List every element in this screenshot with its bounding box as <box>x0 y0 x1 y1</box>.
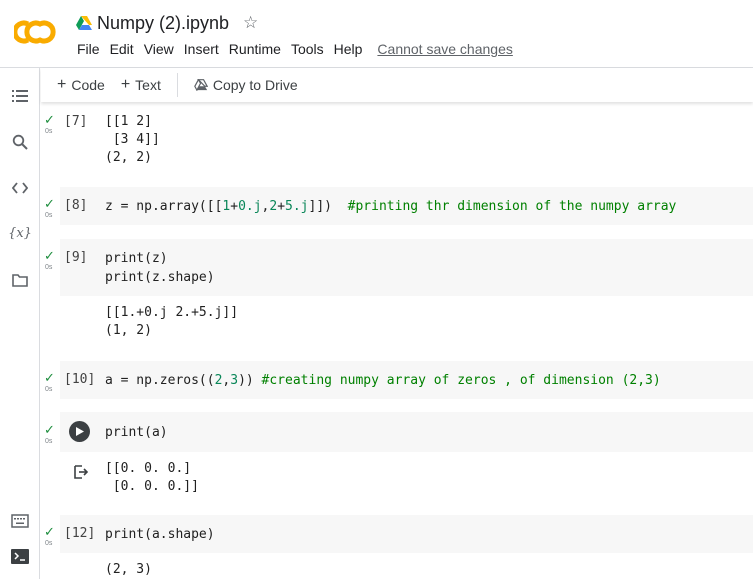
output-line: (2, 3) <box>105 562 152 577</box>
left-rail: {x} <box>0 68 40 579</box>
menu-insert[interactable]: Insert <box>179 41 224 57</box>
plus-icon: + <box>120 76 131 93</box>
copy-to-drive-button[interactable]: Copy to Drive <box>186 72 306 98</box>
menu-file[interactable]: File <box>72 41 105 57</box>
output-line: (2, 2) <box>105 150 152 165</box>
exec-time: 0s <box>45 540 53 547</box>
success-check-icon: ✓ <box>44 370 55 385</box>
output-line: [[0. 0. 0.] <box>105 461 192 476</box>
add-code-button[interactable]: + Code <box>49 72 113 98</box>
menu-view[interactable]: View <box>139 41 179 57</box>
menu-help[interactable]: Help <box>329 41 368 57</box>
exec-count: [8] <box>64 198 88 213</box>
notebook-cell[interactable]: ✓ 0s [12] print(a.shape) (2, 3) <box>41 515 753 579</box>
star-icon[interactable]: ☆ <box>243 13 258 33</box>
success-check-icon: ✓ <box>44 524 55 539</box>
cell-output: [[1 2] [3 4]] (2, 2) <box>105 113 160 167</box>
code-line: print(z) <box>105 251 168 266</box>
output-line: [[1 2] <box>105 114 152 129</box>
colab-logo[interactable] <box>14 18 58 46</box>
run-cell-button[interactable] <box>69 421 90 442</box>
output-line: [3 4]] <box>105 132 160 147</box>
code-line: print(z.shape) <box>105 270 215 285</box>
exec-time: 0s <box>45 212 53 219</box>
success-check-icon: ✓ <box>44 422 55 437</box>
code-lines[interactable]: print(z) print(z.shape) <box>105 249 215 287</box>
notebook-cell[interactable]: ✓ 0s [7] [[1 2] [3 4]] (2, 2) <box>41 103 753 181</box>
menu-edit[interactable]: Edit <box>105 41 139 57</box>
copy-to-drive-label: Copy to Drive <box>212 77 298 93</box>
notebook-title[interactable]: Numpy (2).ipynb <box>97 13 229 34</box>
code-line[interactable]: print(a.shape) <box>105 525 215 544</box>
notebook-cell[interactable]: ✓ 0s print(a) [[0. 0. 0.] [0. 0. 0.]] <box>41 412 753 512</box>
menu-runtime[interactable]: Runtime <box>224 41 286 57</box>
drive-icon <box>76 16 92 30</box>
cannot-save-link[interactable]: Cannot save changes <box>372 41 517 57</box>
add-text-button[interactable]: + Text <box>113 72 169 98</box>
add-text-label: Text <box>135 77 161 93</box>
exec-count: [7] <box>64 114 88 129</box>
output-line: [0. 0. 0.]] <box>105 479 199 494</box>
code-line[interactable]: z = np.array([[1+0.j,2+5.j]]) #printing … <box>105 197 676 216</box>
menu-tools[interactable]: Tools <box>286 41 329 57</box>
notebook-cell[interactable]: ✓ 0s [9] print(z) print(z.shape) [[1.+0.j… <box>41 239 753 359</box>
code-line[interactable]: print(a) <box>105 423 168 442</box>
cell-output: [[0. 0. 0.] [0. 0. 0.]] <box>105 460 199 496</box>
search-icon[interactable] <box>10 132 30 152</box>
code-snippets-icon[interactable] <box>10 178 30 198</box>
cell-output: (2, 3) <box>105 561 152 579</box>
code-line[interactable]: a = np.zeros((2,3)) #creating numpy arra… <box>105 371 661 390</box>
notebook-cell[interactable]: ✓ 0s [8] z = np.array([[1+0.j,2+5.j]]) #… <box>41 187 753 227</box>
terminal-icon[interactable] <box>10 546 30 566</box>
output-actions-icon[interactable] <box>73 464 89 480</box>
table-of-contents-icon[interactable] <box>10 86 30 106</box>
notebook-area[interactable]: ✓ 0s [7] [[1 2] [3 4]] (2, 2) ✓ 0s [8] z … <box>41 103 753 579</box>
add-code-label: Code <box>71 77 105 93</box>
exec-count: [10] <box>64 372 96 387</box>
menu-bar: File Edit View Insert Runtime Tools Help… <box>72 41 518 57</box>
exec-count: [12] <box>64 526 96 541</box>
output-line: (1, 2) <box>105 323 152 338</box>
success-check-icon: ✓ <box>44 196 55 211</box>
plus-icon: + <box>57 76 67 93</box>
command-palette-icon[interactable] <box>10 511 30 531</box>
drive-outline-icon <box>193 79 208 91</box>
success-check-icon: ✓ <box>44 112 55 127</box>
play-icon <box>75 427 84 436</box>
exec-time: 0s <box>45 438 53 445</box>
cell-output: [[1.+0.j 2.+5.j]] (1, 2) <box>105 304 238 340</box>
variables-icon[interactable]: {x} <box>8 223 32 243</box>
exec-count: [9] <box>64 250 88 265</box>
toolbar-divider <box>176 73 178 97</box>
success-check-icon: ✓ <box>44 248 55 263</box>
files-icon[interactable] <box>10 270 30 290</box>
exec-time: 0s <box>45 264 53 271</box>
notebook-cell[interactable]: ✓ 0s [10] a = np.zeros((2,3)) #creating … <box>41 361 753 401</box>
exec-time: 0s <box>45 386 53 393</box>
output-line: [[1.+0.j 2.+5.j]] <box>105 305 239 320</box>
notebook-toolbar: + Code + Text Copy to Drive <box>41 68 753 102</box>
exec-time: 0s <box>45 128 53 135</box>
app-header: Numpy (2).ipynb ☆ File Edit View Insert … <box>0 0 753 68</box>
